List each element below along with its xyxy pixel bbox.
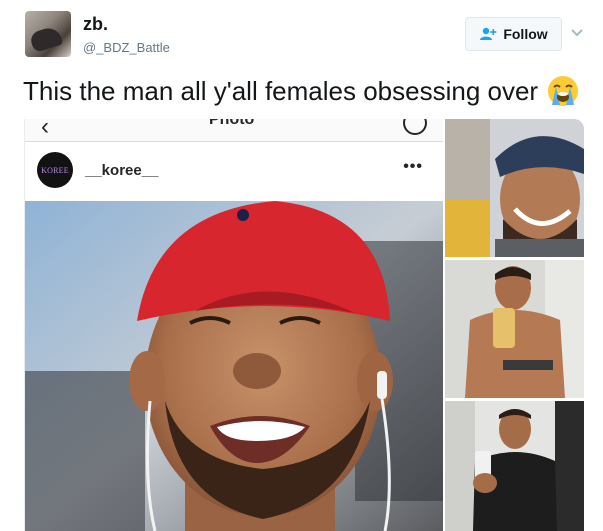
media-thumbnail-3[interactable]	[445, 401, 584, 531]
display-name[interactable]: zb.	[83, 14, 108, 35]
tweet-card: zb. @_BDZ_Battle Follow This the man all…	[0, 0, 603, 531]
instagram-post-header: KOREE __koree__ •••	[25, 142, 443, 200]
instagram-username: __koree__	[85, 162, 159, 179]
media-thumbnail-2[interactable]	[445, 260, 584, 398]
tweet-text-body: This the man all y'all females obsessing…	[23, 75, 539, 106]
instagram-top-bar: ‹ Photo	[25, 119, 443, 142]
instagram-photo	[25, 201, 443, 531]
user-avatar[interactable]	[25, 11, 71, 57]
more-options-icon: •••	[403, 158, 423, 175]
follow-button[interactable]: Follow	[465, 17, 562, 51]
tweet-text: This the man all y'all females obsessing…	[23, 74, 580, 108]
media-thumbnail-1[interactable]	[445, 119, 584, 257]
media-photo-main[interactable]: ‹ Photo KOREE __koree__ •••	[24, 119, 443, 531]
avatar-figure	[28, 24, 64, 54]
instagram-avatar: KOREE	[37, 152, 73, 188]
follow-button-label: Follow	[503, 26, 548, 42]
add-person-icon	[479, 27, 497, 41]
user-handle[interactable]: @_BDZ_Battle	[83, 40, 170, 55]
refresh-icon	[403, 119, 427, 135]
chevron-down-icon[interactable]	[569, 25, 585, 41]
crying-face-icon	[546, 74, 580, 108]
instagram-title: Photo	[209, 119, 255, 128]
chevron-left-icon: ‹	[41, 119, 49, 140]
